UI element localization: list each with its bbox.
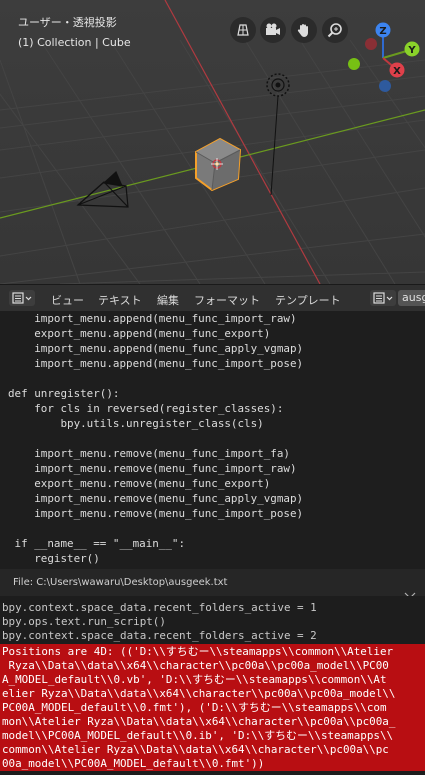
menu-format[interactable]: フォーマット [194, 292, 260, 308]
console-line: bpy.context.space_data.recent_folders_ac… [2, 601, 317, 614]
text-editor-footer: File: C:\Users\wawaru\Desktop\ausgeek.tx… [0, 569, 425, 596]
3d-viewport[interactable]: Z Y X ユーザー・透視投影 (1) Collection | Cube [0, 0, 425, 284]
hand-icon [297, 24, 308, 37]
gizmo-neg-y[interactable] [348, 58, 360, 70]
text-editor-icon [12, 292, 32, 304]
gizmo-z-label: Z [379, 26, 386, 37]
camera-view-button[interactable] [260, 17, 286, 43]
menu-edit[interactable]: 編集 [157, 292, 179, 308]
gizmo-neg-z[interactable] [379, 80, 391, 92]
error-message: Positions are 4D: (('D:\\すちむー\\steamapps… [0, 644, 425, 771]
console-line: bpy.ops.text.run_script() [2, 615, 166, 628]
grid-view-button[interactable] [230, 17, 256, 43]
code-text: import_menu.append(menu_func_import_raw)… [8, 312, 304, 565]
zoom-icon [327, 23, 342, 38]
gizmo-x-label: X [393, 66, 401, 77]
text-editor-header: ビュー テキスト 編集 フォーマット テンプレート ausg [0, 284, 425, 311]
collection-label: (1) Collection | Cube [18, 36, 131, 49]
text-datablock-icon [373, 292, 393, 304]
text-browse-button[interactable] [370, 290, 396, 306]
menu-view[interactable]: ビュー [51, 292, 84, 308]
console-line: bpy.context.space_data.recent_folders_ac… [2, 629, 317, 642]
editor-type-button[interactable] [9, 290, 35, 306]
view-mode-label: ユーザー・透視投影 [18, 16, 117, 29]
pan-view-button[interactable] [291, 17, 317, 43]
text-name-field[interactable]: ausg [398, 290, 425, 306]
zoom-view-button[interactable] [322, 17, 348, 43]
error-text: Positions are 4D: (('D:\\すちむー\\steamapps… [2, 645, 396, 770]
gizmo-y-label: Y [407, 45, 416, 56]
python-console[interactable]: bpy.context.space_data.recent_folders_ac… [0, 596, 425, 775]
gizmo-neg-x[interactable] [365, 38, 377, 50]
file-path: File: C:\Users\wawaru\Desktop\ausgeek.tx… [13, 577, 228, 588]
menu-templates[interactable]: テンプレート [275, 292, 341, 308]
code-editor[interactable]: import_menu.append(menu_func_import_raw)… [0, 311, 425, 569]
menu-text[interactable]: テキスト [98, 292, 142, 308]
camera-icon [266, 23, 280, 35]
grid-icon [237, 24, 249, 36]
